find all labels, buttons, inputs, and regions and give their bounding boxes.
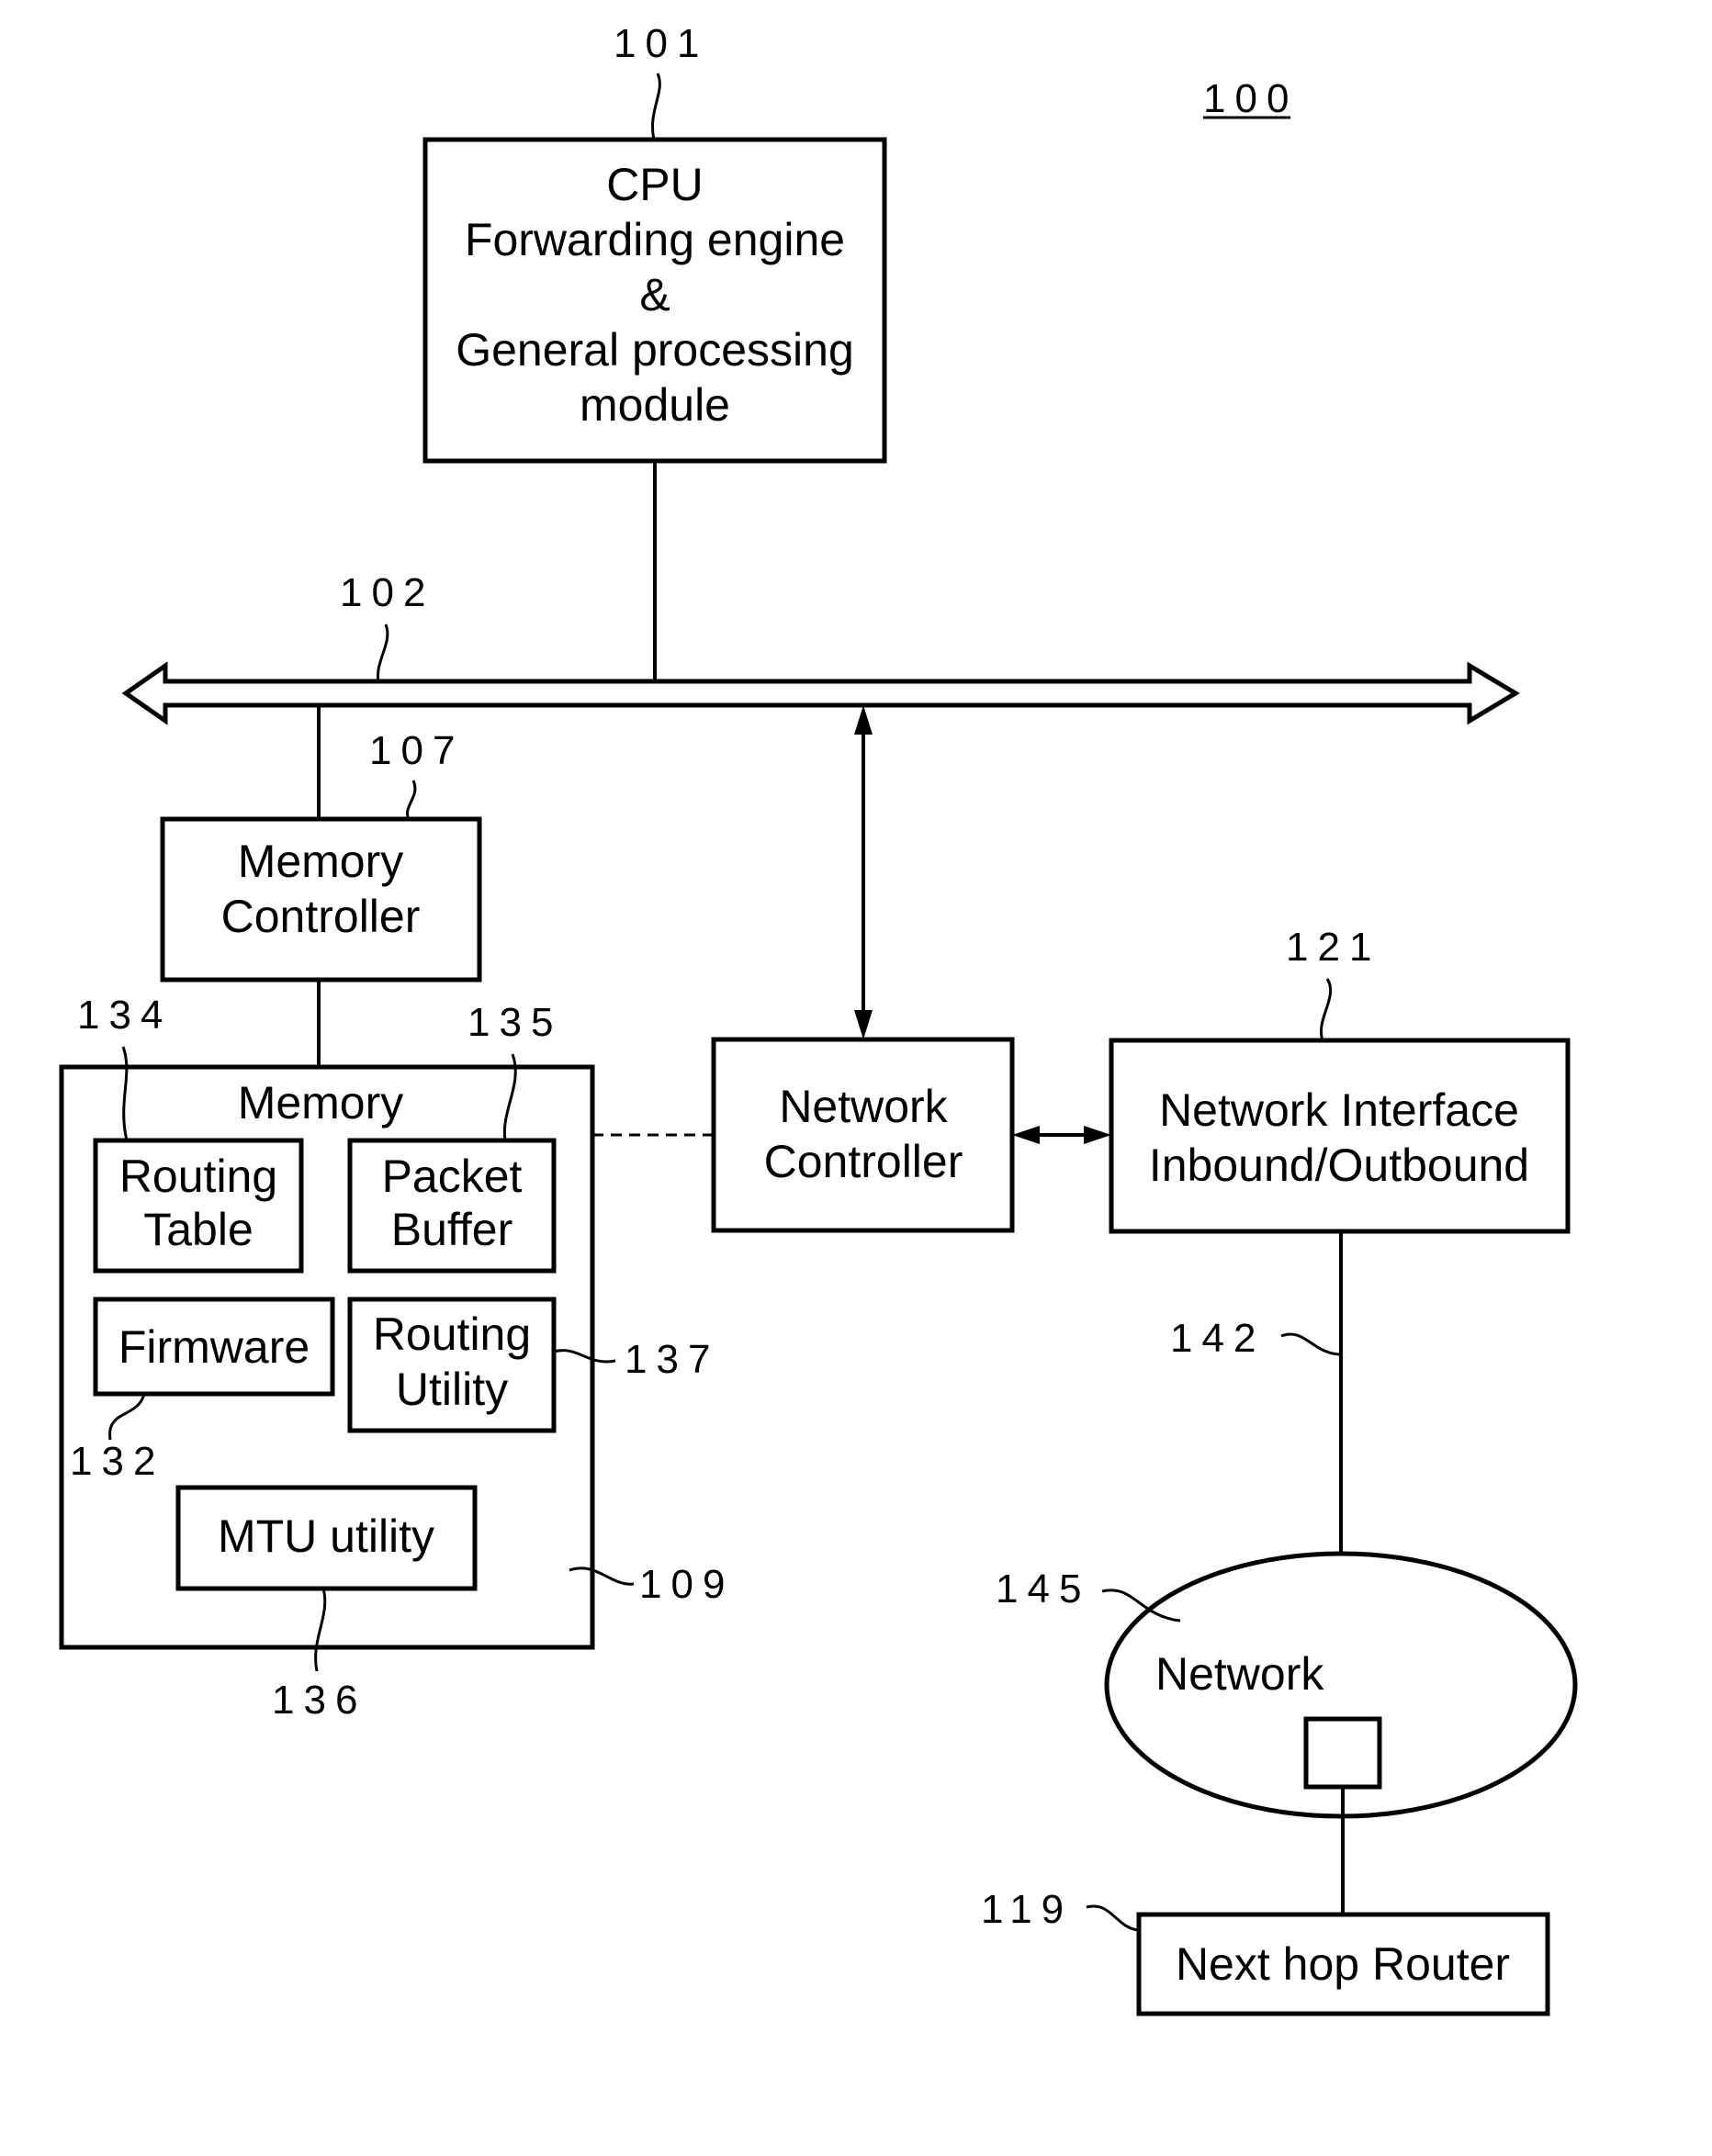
memory-controller-block[interactable]: Memory Controller — [160, 816, 482, 983]
network-interface-block[interactable]: Network Interface Inbound/Outbound — [1109, 1038, 1571, 1234]
arrowhead-right — [1084, 1126, 1111, 1144]
cpu-label-line-5: module — [580, 379, 730, 431]
ref-135: 135 — [467, 1000, 562, 1045]
routing-table-label-line-2: Table — [143, 1204, 253, 1255]
ref-121: 121 — [1286, 925, 1380, 970]
network-interface-label-line-1: Network Interface — [1159, 1084, 1519, 1136]
leader-121 — [1320, 978, 1333, 1041]
routing-table-block[interactable]: Routing Table — [93, 1138, 304, 1274]
ref-137: 137 — [625, 1337, 719, 1382]
ref-102: 102 — [340, 570, 434, 615]
controller-interface-arrow — [1012, 1126, 1111, 1144]
leader-119 — [1086, 1904, 1140, 1932]
ref-107: 107 — [369, 728, 464, 773]
memory-controller-label-line-1: Memory — [238, 836, 404, 887]
ref-132: 132 — [70, 1439, 164, 1484]
ref-136: 136 — [272, 1678, 366, 1723]
network-interface-box — [1109, 1038, 1571, 1234]
network-interface-label-line-2: Inbound/Outbound — [1149, 1140, 1529, 1191]
routing-utility-label-line-1: Routing — [373, 1308, 531, 1360]
cpu-block[interactable]: CPU Forwarding engine & General processi… — [422, 137, 887, 464]
ref-134: 134 — [77, 993, 172, 1038]
network-label: Network — [1155, 1648, 1324, 1700]
figure-number: 100 — [1203, 76, 1298, 121]
cpu-label-line-2: Forwarding engine — [465, 214, 845, 265]
cpu-label-line-3: & — [639, 269, 670, 320]
system-bus — [121, 661, 1520, 725]
packet-buffer-block[interactable]: Packet Buffer — [347, 1138, 557, 1274]
routing-utility-block[interactable]: Routing Utility — [347, 1297, 557, 1433]
network-controller-box — [711, 1037, 1015, 1233]
next-hop-router-label: Next hop Router — [1176, 1938, 1510, 1990]
bus-double-arrow — [121, 661, 1520, 725]
network-controller-label-line-1: Network — [779, 1081, 948, 1132]
mtu-utility-label: MTU utility — [218, 1510, 434, 1562]
routing-table-label-line-1: Routing — [119, 1151, 277, 1202]
network-controller-block[interactable]: Network Controller — [711, 1037, 1015, 1233]
cpu-label-line-1: CPU — [606, 159, 704, 210]
firmware-label: Firmware — [118, 1321, 310, 1373]
ref-145: 145 — [996, 1566, 1090, 1611]
memory-controller-label-line-2: Controller — [221, 891, 421, 942]
leader-142 — [1280, 1332, 1342, 1356]
packet-buffer-label-line-2: Buffer — [391, 1204, 513, 1255]
next-hop-router-block[interactable]: Next hop Router — [1136, 1912, 1550, 2016]
arrowhead-up — [854, 705, 873, 735]
network-port-node — [1303, 1716, 1382, 1790]
ref-119: 119 — [981, 1887, 1073, 1932]
ref-101: 101 — [614, 21, 708, 66]
leader-101 — [651, 73, 661, 140]
memory-title: Memory — [238, 1077, 404, 1129]
bus-network-controller-arrow — [854, 705, 873, 1039]
arrowhead-left — [1012, 1126, 1040, 1144]
patent-figure: 100 CPU Forwarding engine & General proc… — [0, 0, 1712, 2156]
arrowhead-down — [854, 1010, 873, 1039]
ref-109: 109 — [639, 1562, 734, 1607]
mtu-utility-block[interactable]: MTU utility — [175, 1485, 478, 1591]
firmware-block[interactable]: Firmware — [93, 1297, 335, 1397]
leader-107 — [406, 780, 417, 820]
network-cloud[interactable]: Network — [1104, 1551, 1578, 1819]
block-diagram: 100 CPU Forwarding engine & General proc… — [59, 21, 1578, 2016]
network-controller-label-line-2: Controller — [764, 1136, 963, 1187]
cpu-label-line-4: General processing — [456, 324, 854, 376]
routing-utility-label-line-2: Utility — [396, 1364, 508, 1415]
packet-buffer-label-line-1: Packet — [382, 1151, 523, 1202]
leader-102 — [376, 623, 389, 682]
ref-142: 142 — [1170, 1316, 1265, 1361]
